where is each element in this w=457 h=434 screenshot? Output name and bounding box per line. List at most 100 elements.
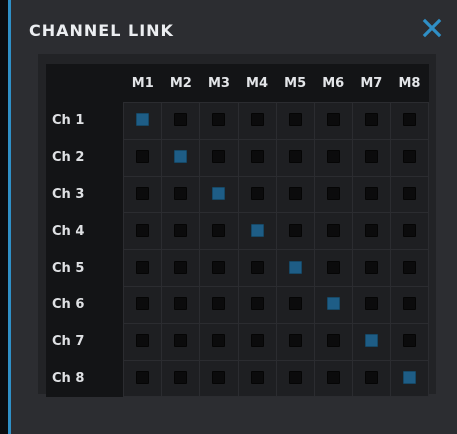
close-icon xyxy=(422,18,442,38)
link-toggle-ch8-m2[interactable] xyxy=(174,370,188,384)
matrix-cell xyxy=(351,285,391,324)
link-toggle-ch2-m7[interactable] xyxy=(364,150,378,164)
link-toggle-ch8-m3[interactable] xyxy=(212,370,226,384)
link-toggle-ch5-m1[interactable] xyxy=(136,260,150,274)
matrix-cell xyxy=(237,138,277,177)
link-toggle-ch3-m2[interactable] xyxy=(174,186,188,200)
link-toggle-ch6-m4[interactable] xyxy=(250,297,264,311)
link-toggle-ch4-m4[interactable] xyxy=(250,223,264,237)
matrix-cell xyxy=(123,285,163,324)
close-button[interactable] xyxy=(422,18,442,38)
link-toggle-ch2-m8[interactable] xyxy=(402,150,416,164)
link-toggle-ch6-m8[interactable] xyxy=(402,297,416,311)
link-toggle-ch5-m4[interactable] xyxy=(250,260,264,274)
link-toggle-ch4-m2[interactable] xyxy=(174,223,188,237)
link-matrix: M1 M2 M3 M4 M5 M6 M7 M8 Ch 1 Ch 2 Ch 3 Ch 4 Ch 5 Ch … xyxy=(46,64,430,398)
matrix-cell xyxy=(123,249,163,287)
link-toggle-ch8-m8[interactable] xyxy=(402,370,416,384)
link-toggle-ch6-m6[interactable] xyxy=(326,297,340,311)
link-toggle-ch6-m3[interactable] xyxy=(212,297,226,311)
link-toggle-ch2-m4[interactable] xyxy=(250,150,264,164)
link-toggle-ch5-m7[interactable] xyxy=(364,260,378,274)
link-toggle-ch6-m7[interactable] xyxy=(364,297,378,311)
link-toggle-ch6-m1[interactable] xyxy=(136,297,150,311)
matrix-cell xyxy=(199,249,239,287)
matrix-cell xyxy=(389,285,430,324)
link-toggle-ch1-m3[interactable] xyxy=(212,113,226,127)
link-toggle-ch4-m6[interactable] xyxy=(326,223,340,237)
link-toggle-ch5-m8[interactable] xyxy=(402,260,416,274)
link-toggle-ch3-m8[interactable] xyxy=(402,186,416,200)
link-toggle-ch1-m5[interactable] xyxy=(288,113,302,127)
matrix-cell xyxy=(237,102,277,140)
matrix-row: Ch 5 xyxy=(46,249,430,287)
link-toggle-ch1-m4[interactable] xyxy=(250,113,264,127)
matrix-cell xyxy=(313,249,353,287)
row-label-ch7: Ch 7 xyxy=(46,323,124,361)
link-toggle-ch3-m4[interactable] xyxy=(250,186,264,200)
link-toggle-ch3-m1[interactable] xyxy=(136,186,150,200)
link-toggle-ch2-m3[interactable] xyxy=(212,150,226,164)
matrix-row: Ch 4 xyxy=(46,212,430,251)
matrix-cell xyxy=(161,175,201,214)
link-toggle-ch2-m1[interactable] xyxy=(136,150,150,164)
link-toggle-ch3-m5[interactable] xyxy=(288,186,302,200)
matrix-row: Ch 3 xyxy=(46,175,430,214)
matrix-cell xyxy=(275,249,315,287)
row-label-ch3: Ch 3 xyxy=(46,176,124,213)
link-toggle-ch2-m6[interactable] xyxy=(326,150,340,164)
link-toggle-ch2-m2[interactable] xyxy=(174,150,188,164)
link-toggle-ch4-m5[interactable] xyxy=(288,223,302,237)
link-toggle-ch1-m8[interactable] xyxy=(402,113,416,127)
row-label-ch1: Ch 1 xyxy=(46,102,124,140)
link-toggle-ch1-m7[interactable] xyxy=(364,113,378,127)
matrix-cell xyxy=(237,175,277,214)
link-toggle-ch4-m8[interactable] xyxy=(402,223,416,237)
link-toggle-ch7-m7[interactable] xyxy=(364,334,378,348)
matrix-cell xyxy=(123,102,163,140)
link-toggle-ch7-m5[interactable] xyxy=(288,334,302,348)
link-toggle-ch7-m2[interactable] xyxy=(174,334,188,348)
link-toggle-ch8-m6[interactable] xyxy=(326,370,340,384)
matrix-cell xyxy=(199,322,239,361)
link-toggle-ch8-m4[interactable] xyxy=(250,370,264,384)
link-toggle-ch8-m7[interactable] xyxy=(364,370,378,384)
link-toggle-ch2-m5[interactable] xyxy=(288,150,302,164)
column-header-m2: M2 xyxy=(161,64,200,103)
link-toggle-ch5-m5[interactable] xyxy=(288,260,302,274)
matrix-cell xyxy=(161,212,201,251)
link-toggle-ch4-m1[interactable] xyxy=(136,223,150,237)
link-toggle-ch6-m2[interactable] xyxy=(174,297,188,311)
link-toggle-ch8-m5[interactable] xyxy=(288,370,302,384)
matrix-cell xyxy=(199,285,239,324)
matrix-cell xyxy=(351,102,391,140)
link-toggle-ch5-m3[interactable] xyxy=(212,260,226,274)
link-toggle-ch1-m2[interactable] xyxy=(174,113,188,127)
matrix-cell xyxy=(389,102,430,140)
row-label-ch5: Ch 5 xyxy=(46,249,124,287)
link-toggle-ch1-m1[interactable] xyxy=(136,113,150,127)
link-toggle-ch5-m6[interactable] xyxy=(326,260,340,274)
link-toggle-ch7-m1[interactable] xyxy=(136,334,150,348)
link-toggle-ch4-m7[interactable] xyxy=(364,223,378,237)
matrix-cell xyxy=(313,322,353,361)
matrix-row: Ch 6 xyxy=(46,285,430,324)
matrix-cell xyxy=(161,359,201,398)
link-toggle-ch6-m5[interactable] xyxy=(288,297,302,311)
matrix-cell xyxy=(237,322,277,361)
matrix-cell xyxy=(237,359,277,398)
link-toggle-ch7-m4[interactable] xyxy=(250,334,264,348)
link-toggle-ch1-m6[interactable] xyxy=(326,113,340,127)
link-toggle-ch5-m2[interactable] xyxy=(174,260,188,274)
link-toggle-ch3-m3[interactable] xyxy=(212,186,226,200)
link-toggle-ch7-m3[interactable] xyxy=(212,334,226,348)
link-toggle-ch3-m6[interactable] xyxy=(326,186,340,200)
link-toggle-ch7-m8[interactable] xyxy=(402,334,416,348)
matrix-cell xyxy=(313,102,353,140)
column-header-m4: M4 xyxy=(238,64,277,103)
link-toggle-ch7-m6[interactable] xyxy=(326,334,340,348)
link-toggle-ch8-m1[interactable] xyxy=(136,370,150,384)
link-toggle-ch3-m7[interactable] xyxy=(364,186,378,200)
link-toggle-ch4-m3[interactable] xyxy=(212,223,226,237)
matrix-cell xyxy=(123,175,163,214)
